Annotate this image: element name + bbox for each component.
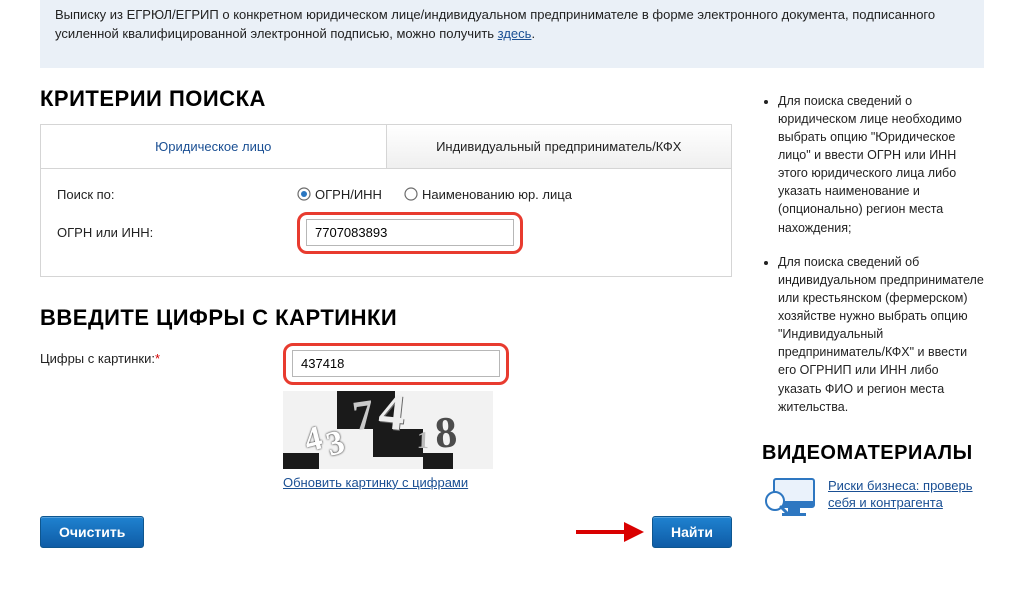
- required-mark: *: [155, 351, 160, 366]
- help-list: Для поиска сведений о юридическом лице н…: [762, 92, 984, 416]
- radio-ogrn-inn-label: ОГРН/ИНН: [315, 187, 382, 202]
- ogrn-input-highlight: [297, 212, 523, 254]
- video-link-risks[interactable]: Риски бизнеса: проверь себя и контрагент…: [828, 477, 984, 512]
- entity-type-tabs: Юридическое лицо Индивидуальный предприн…: [41, 125, 731, 169]
- label-ogrn-or-inn: ОГРН или ИНН:: [57, 225, 297, 240]
- tab-individual-entrepreneur[interactable]: Индивидуальный предприниматель/КФХ: [387, 125, 732, 168]
- search-criteria-heading: КРИТЕРИИ ПОИСКА: [40, 86, 732, 112]
- help-item-legal: Для поиска сведений о юридическом лице н…: [778, 92, 984, 237]
- video-thumb-icon: [762, 477, 818, 519]
- clear-button[interactable]: Очистить: [40, 516, 144, 548]
- label-search-by: Поиск по:: [57, 187, 297, 202]
- captcha-input-highlight: [283, 343, 509, 385]
- captcha-heading: ВВЕДИТЕ ЦИФРЫ С КАРТИНКИ: [40, 305, 732, 331]
- notice-text-end: .: [531, 26, 535, 41]
- form-buttons: Очистить Найти: [40, 516, 732, 548]
- video-heading: ВИДЕОМАТЕРИАЛЫ: [762, 442, 984, 465]
- search-panel: Юридическое лицо Индивидуальный предприн…: [40, 124, 732, 277]
- captcha-image: 4 3 7 4 1 8: [283, 391, 493, 469]
- radio-selected-icon: [297, 187, 311, 201]
- ogrn-inn-input[interactable]: [306, 219, 514, 246]
- label-captcha: Цифры с картинки:: [40, 351, 155, 366]
- tab-legal-entity[interactable]: Юридическое лицо: [41, 125, 387, 168]
- radio-by-name[interactable]: Наименованию юр. лица: [404, 187, 572, 202]
- radio-by-name-label: Наименованию юр. лица: [422, 187, 572, 202]
- help-item-individual: Для поиска сведений об индивидуальном пр…: [778, 253, 984, 416]
- video-item: Риски бизнеса: проверь себя и контрагент…: [762, 477, 984, 519]
- notice-link-here[interactable]: здесь: [498, 26, 532, 41]
- radio-unselected-icon: [404, 187, 418, 201]
- notice-text: Выписку из ЕГРЮЛ/ЕГРИП о конкретном юрид…: [55, 7, 935, 41]
- captcha-refresh-link[interactable]: Обновить картинку с цифрами: [283, 475, 468, 490]
- captcha-block: Цифры с картинки:* 4 3: [40, 343, 732, 490]
- notice-banner: Выписку из ЕГРЮЛ/ЕГРИП о конкретном юрид…: [40, 0, 984, 68]
- captcha-input[interactable]: [292, 350, 500, 377]
- arrow-annotation-icon: [574, 518, 644, 546]
- radio-ogrn-inn[interactable]: ОГРН/ИНН: [297, 187, 382, 202]
- find-button[interactable]: Найти: [652, 516, 732, 548]
